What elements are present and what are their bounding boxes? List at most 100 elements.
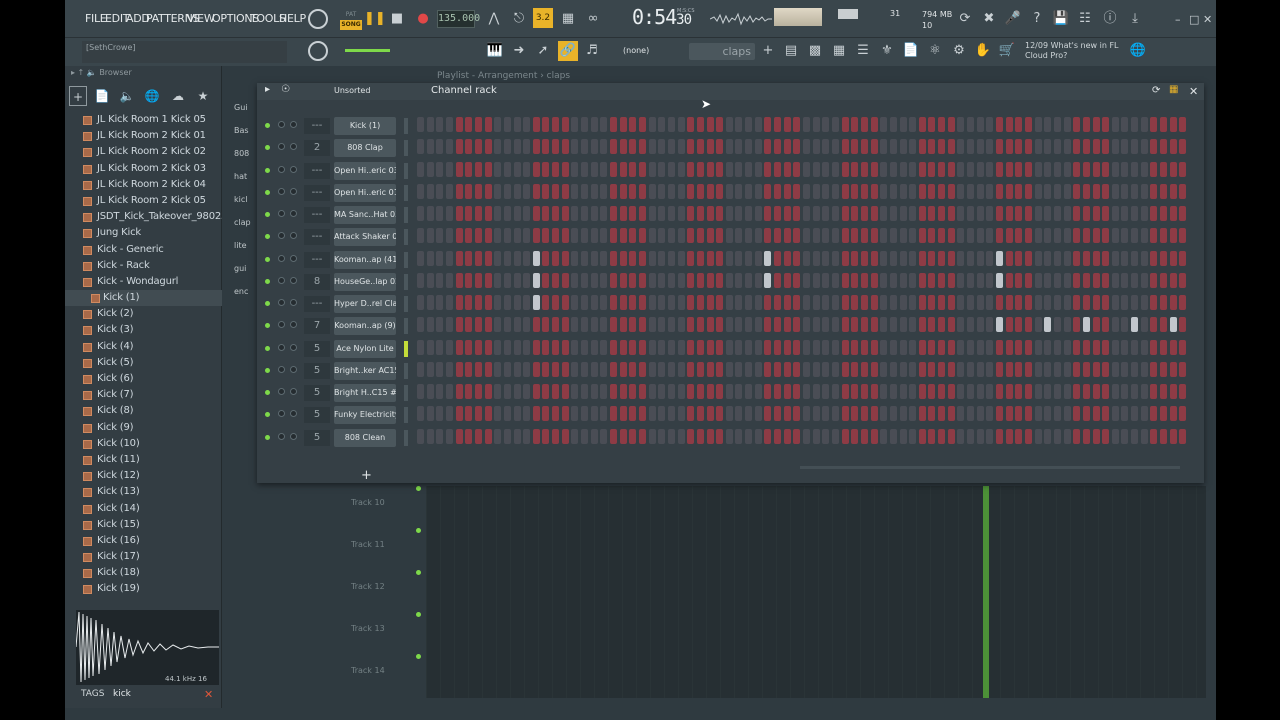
step-button[interactable]	[474, 406, 482, 422]
step-button[interactable]	[1111, 183, 1119, 199]
step-button[interactable]	[841, 361, 849, 377]
step-button[interactable]	[725, 117, 733, 132]
step-button[interactable]	[667, 317, 675, 333]
step-button[interactable]	[774, 406, 782, 422]
step-button[interactable]	[455, 339, 463, 355]
step-button[interactable]	[996, 161, 1003, 177]
browser-item[interactable]: Kick (15)	[65, 517, 222, 533]
step-button[interactable]	[445, 272, 453, 288]
step-button[interactable]	[783, 339, 791, 355]
step-button[interactable]	[1121, 406, 1129, 422]
step-button[interactable]	[542, 384, 550, 399]
step-button[interactable]	[494, 161, 502, 177]
step-button[interactable]	[1053, 317, 1061, 333]
step-button[interactable]	[754, 139, 762, 155]
step-button[interactable]	[822, 139, 830, 155]
step-button[interactable]	[687, 317, 695, 333]
step-button[interactable]	[1082, 250, 1090, 266]
pan-knob[interactable]	[278, 276, 285, 284]
step-button[interactable]	[484, 339, 492, 355]
channel-mute-led[interactable]	[265, 167, 270, 173]
step-button[interactable]	[658, 406, 666, 422]
step-button[interactable]	[928, 295, 936, 310]
step-button[interactable]	[918, 183, 926, 199]
step-button[interactable]	[1082, 139, 1090, 155]
step-button[interactable]	[831, 161, 839, 177]
step-button[interactable]	[880, 272, 888, 288]
step-button[interactable]	[889, 317, 897, 333]
step-button[interactable]	[822, 317, 830, 333]
step-button[interactable]	[996, 272, 1003, 288]
step-button[interactable]	[880, 384, 888, 399]
step-button[interactable]	[638, 317, 646, 333]
step-button[interactable]	[687, 361, 695, 377]
keyboard-icon[interactable]: ▦	[1169, 84, 1178, 95]
step-button[interactable]	[764, 295, 772, 310]
step-button[interactable]	[996, 361, 1003, 377]
step-button[interactable]	[783, 183, 791, 199]
step-button[interactable]	[590, 183, 598, 199]
step-button[interactable]	[735, 406, 743, 422]
step-button[interactable]	[967, 206, 975, 221]
step-button[interactable]	[1169, 161, 1177, 177]
step-button[interactable]	[426, 117, 434, 132]
step-button[interactable]	[677, 139, 685, 155]
step-button[interactable]	[1015, 428, 1023, 444]
step-button[interactable]	[658, 339, 666, 355]
step-button[interactable]	[899, 339, 907, 355]
step-button[interactable]	[745, 206, 753, 221]
step-button[interactable]	[803, 272, 810, 288]
step-button[interactable]	[706, 406, 714, 422]
step-button[interactable]	[1082, 339, 1090, 355]
step-button[interactable]	[532, 161, 540, 177]
step-button[interactable]	[629, 272, 637, 288]
step-button[interactable]	[1015, 384, 1023, 399]
step-button[interactable]	[638, 361, 646, 377]
step-button[interactable]	[542, 117, 550, 132]
step-button[interactable]	[667, 161, 675, 177]
step-button[interactable]	[619, 117, 627, 132]
step-button[interactable]	[1111, 206, 1119, 221]
step-button[interactable]	[590, 339, 598, 355]
step-button[interactable]	[938, 428, 946, 444]
step-button[interactable]	[1160, 406, 1168, 422]
step-button[interactable]	[957, 206, 965, 221]
channel-name-button[interactable]: Open Hi..eric 03	[334, 161, 396, 180]
step-button[interactable]	[619, 295, 627, 310]
metronome-icon[interactable]: ⋀	[484, 9, 504, 29]
step-button[interactable]	[716, 384, 724, 399]
step-button[interactable]	[1034, 117, 1042, 132]
step-button[interactable]	[561, 384, 569, 399]
step-button[interactable]	[455, 228, 463, 244]
step-button[interactable]	[986, 206, 994, 221]
step-button[interactable]	[851, 361, 859, 377]
step-button[interactable]	[629, 428, 637, 444]
step-button[interactable]	[455, 406, 463, 422]
step-button[interactable]	[1005, 406, 1013, 422]
step-button[interactable]	[1073, 206, 1081, 221]
step-button[interactable]	[590, 206, 598, 221]
step-button[interactable]	[1179, 250, 1187, 266]
step-button[interactable]	[745, 272, 753, 288]
step-button[interactable]	[561, 183, 569, 199]
step-button[interactable]	[513, 384, 521, 399]
step-button[interactable]	[561, 272, 569, 288]
step-button[interactable]	[677, 161, 685, 177]
step-button[interactable]	[638, 250, 646, 266]
pattern-tab[interactable]: clap	[228, 211, 258, 234]
step-button[interactable]	[677, 272, 685, 288]
step-button[interactable]	[851, 139, 859, 155]
step-button[interactable]	[996, 250, 1003, 266]
step-button[interactable]	[417, 161, 424, 177]
step-button[interactable]	[542, 183, 550, 199]
channel-name-button[interactable]: Ace Nylon Lite	[334, 339, 396, 358]
step-button[interactable]	[1131, 139, 1139, 155]
step-button[interactable]	[600, 295, 608, 310]
step-button[interactable]	[1005, 117, 1013, 132]
pattern-tab[interactable]: enc	[228, 280, 258, 303]
step-button[interactable]	[1160, 161, 1168, 177]
step-button[interactable]	[735, 428, 743, 444]
step-button[interactable]	[938, 317, 946, 333]
step-button[interactable]	[552, 361, 560, 377]
step-button[interactable]	[706, 206, 714, 221]
